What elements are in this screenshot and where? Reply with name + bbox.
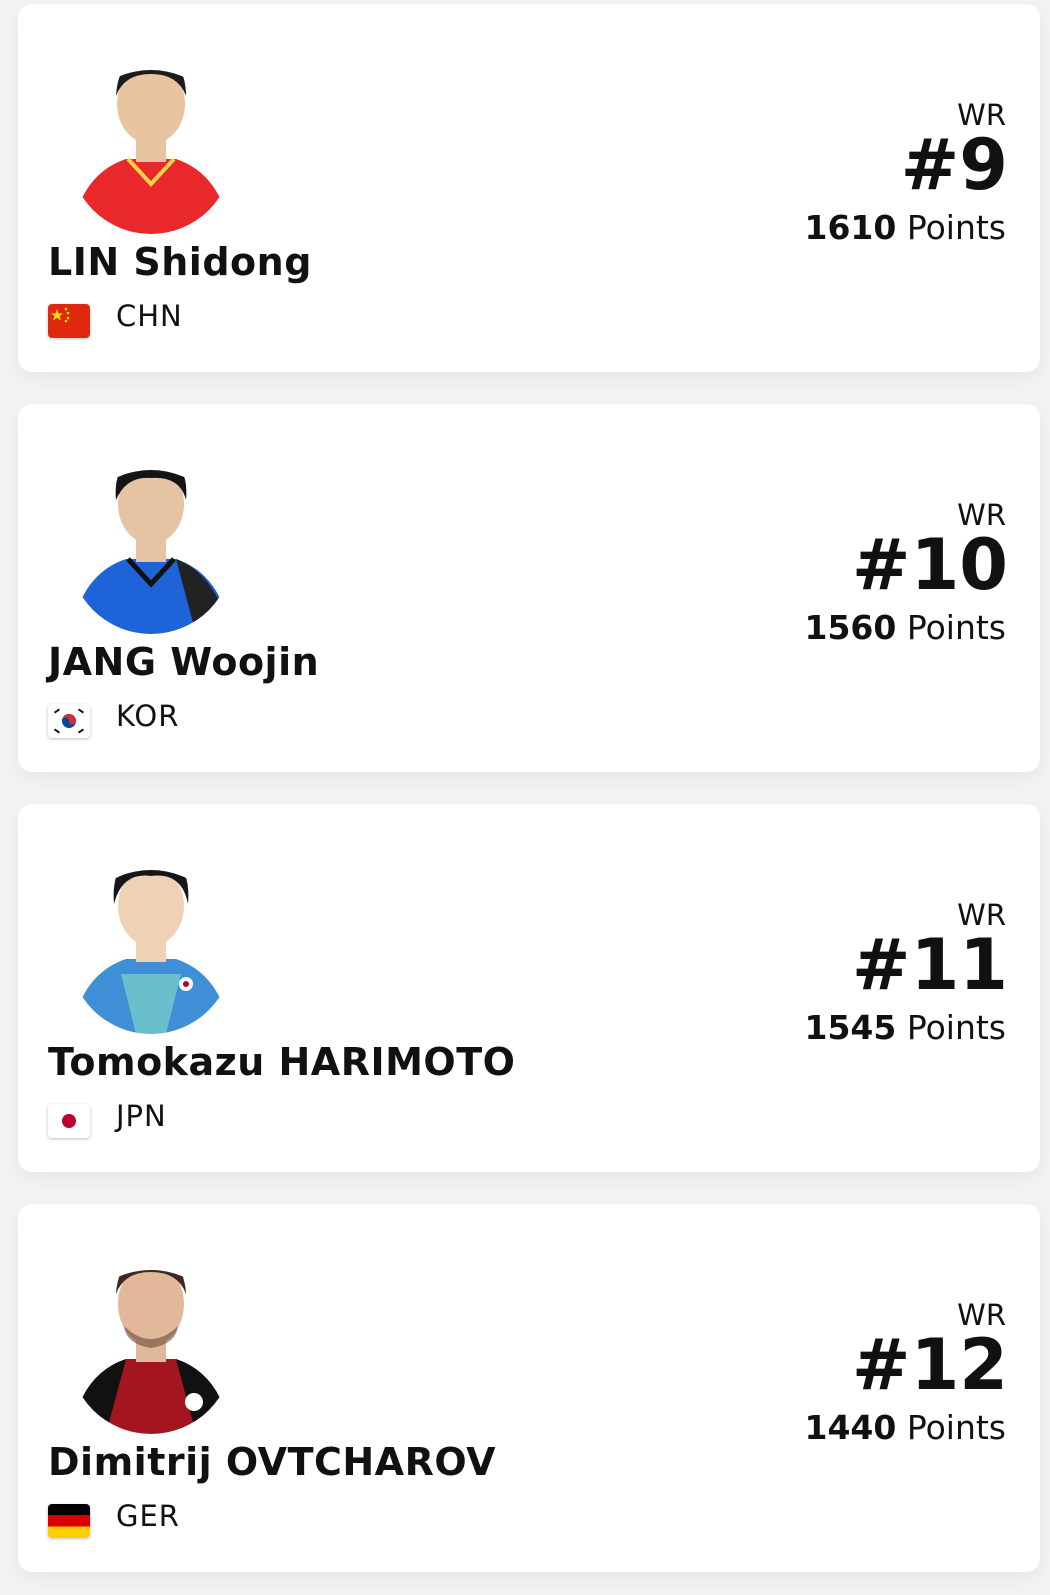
player-avatar [69, 870, 233, 1034]
country-code: JPN [116, 1099, 167, 1133]
player-name[interactable]: JANG Woojin [48, 640, 319, 684]
points-value: 1560 [804, 608, 897, 647]
player-name[interactable]: LIN Shidong [48, 240, 312, 284]
points-value: 1610 [804, 208, 897, 247]
points-label: Points [906, 208, 1006, 247]
points-label: Points [906, 608, 1006, 647]
player-ranking-list: LIN Shidong CHN WR #9 1610 Points JANG W… [0, 0, 1050, 1595]
points-label: Points [906, 1008, 1006, 1047]
player-avatar [69, 1270, 233, 1434]
country-code: CHN [116, 299, 183, 333]
world-ranking-value: #10 [851, 524, 1008, 606]
points-value: 1545 [804, 1008, 897, 1047]
world-ranking-value: #9 [900, 124, 1008, 206]
player-avatar [69, 470, 233, 634]
player-card-dimitrij-ovtcharov[interactable]: Dimitrij OVTCHAROV GER WR #12 1440 Point… [18, 1204, 1040, 1572]
player-name[interactable]: Dimitrij OVTCHAROV [48, 1440, 496, 1484]
points-text: 1610 Points [805, 208, 1007, 247]
flag-kor-icon [48, 704, 90, 738]
world-ranking-value: #12 [851, 1324, 1008, 1406]
points-value: 1440 [804, 1408, 897, 1447]
player-name[interactable]: Tomokazu HARIMOTO [48, 1040, 515, 1084]
country-code: GER [116, 1499, 180, 1533]
world-ranking-value: #11 [851, 924, 1008, 1006]
points-text: 1545 Points [805, 1008, 1007, 1047]
player-card-lin-shidong[interactable]: LIN Shidong CHN WR #9 1610 Points [18, 4, 1040, 372]
flag-chn-icon [48, 304, 90, 338]
country-code: KOR [116, 699, 180, 733]
points-text: 1440 Points [805, 1408, 1007, 1447]
player-card-jang-woojin[interactable]: JANG Woojin KOR WR #10 1560 Points [18, 404, 1040, 772]
flag-ger-icon [48, 1504, 90, 1538]
points-label: Points [906, 1408, 1006, 1447]
player-avatar [69, 70, 233, 234]
flag-jpn-icon [48, 1104, 90, 1138]
points-text: 1560 Points [805, 608, 1007, 647]
player-card-tomokazu-harimoto[interactable]: Tomokazu HARIMOTO JPN WR #11 1545 Points [18, 804, 1040, 1172]
